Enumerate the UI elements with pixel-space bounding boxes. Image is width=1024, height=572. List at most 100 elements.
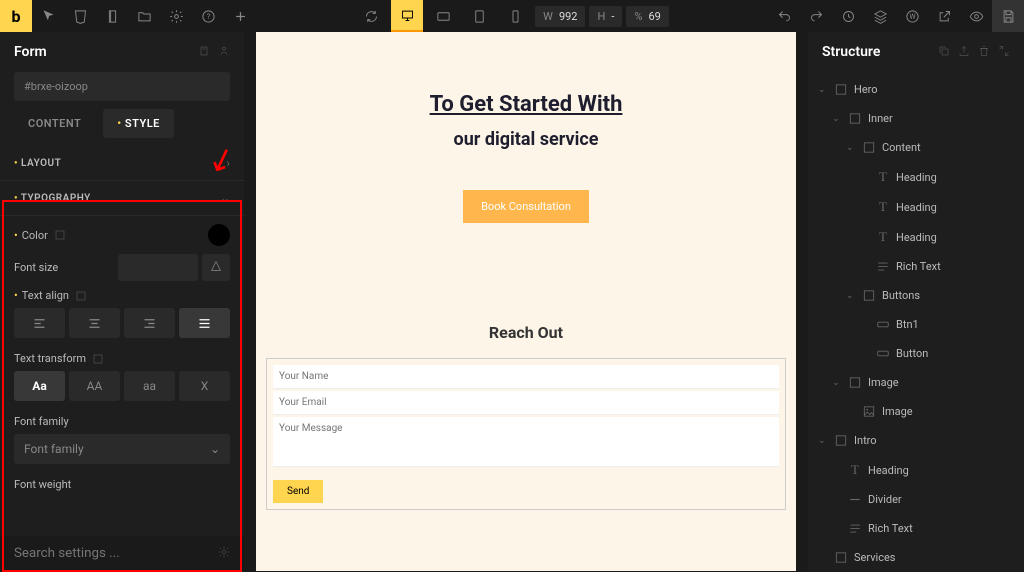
tree-item-label: Heading — [868, 464, 909, 477]
transform-lower-button[interactable]: aa — [124, 371, 175, 401]
mobile-icon[interactable] — [499, 0, 531, 32]
btn-icon — [876, 346, 890, 361]
settings-icon[interactable] — [160, 0, 192, 32]
external-link-icon[interactable] — [928, 0, 960, 32]
tree-item-hero[interactable]: ⌄Hero — [814, 76, 1018, 103]
pointer-icon[interactable] — [32, 0, 64, 32]
message-input[interactable] — [273, 417, 779, 467]
element-icon[interactable] — [218, 45, 230, 60]
tree-item-buttons[interactable]: ⌄Buttons — [814, 282, 1018, 309]
search-input[interactable] — [14, 546, 218, 561]
tree-item-rich-text[interactable]: Rich Text — [814, 515, 1018, 542]
tree-item-inner[interactable]: ⌄Inner — [814, 105, 1018, 132]
desktop-breakpoint-icon[interactable] — [391, 0, 423, 32]
collapse-icon[interactable] — [998, 45, 1010, 60]
panel-title: Form — [14, 44, 47, 60]
transform-none-button[interactable]: Aa — [14, 371, 65, 401]
tree-item-divider[interactable]: Divider — [814, 486, 1018, 513]
tree-item-label: Image — [868, 376, 899, 389]
tablet-landscape-icon[interactable] — [427, 0, 459, 32]
sect-icon — [848, 111, 862, 126]
tree-item-rich-text[interactable]: Rich Text — [814, 253, 1018, 280]
element-id-input[interactable] — [14, 72, 230, 101]
gear-icon[interactable] — [218, 546, 230, 561]
tab-content[interactable]: CONTENT — [14, 109, 95, 138]
email-input[interactable] — [273, 391, 779, 415]
export-icon[interactable] — [958, 45, 970, 60]
tablet-portrait-icon[interactable] — [463, 0, 495, 32]
canvas[interactable]: To Get Started With our digital service … — [244, 32, 808, 571]
fontfamily-select[interactable]: Font family ⌄ — [14, 434, 230, 464]
form-box[interactable]: Send — [266, 358, 786, 510]
align-center-button[interactable] — [69, 308, 120, 338]
css-icon[interactable] — [64, 0, 96, 32]
chevron-icon: ⌄ — [832, 378, 842, 388]
color-swatch[interactable] — [208, 224, 230, 246]
tree-item-heading[interactable]: THeading — [814, 456, 1018, 484]
refresh-icon[interactable] — [355, 0, 387, 32]
wordpress-icon[interactable]: W — [896, 0, 928, 32]
top-center-tools: W992 H- %69 — [355, 0, 669, 32]
parent-icon[interactable] — [198, 45, 210, 60]
history-icon[interactable] — [832, 0, 864, 32]
help-icon[interactable]: ? — [192, 0, 224, 32]
tree-item-button[interactable]: Button — [814, 340, 1018, 367]
undo-icon[interactable] — [768, 0, 800, 32]
prop-transform-label: Text transform — [14, 352, 104, 365]
align-justify-button[interactable] — [179, 308, 230, 338]
tab-style[interactable]: STYLE — [103, 109, 174, 138]
tree-item-heading[interactable]: THeading — [814, 223, 1018, 251]
hero-subheading[interactable]: our digital service — [430, 129, 623, 150]
zoom-field[interactable]: %69 — [626, 6, 668, 27]
canvas-frame[interactable]: To Get Started With our digital service … — [256, 32, 796, 571]
prop-fontweight-label: Font weight — [14, 478, 71, 491]
align-left-button[interactable] — [14, 308, 65, 338]
height-field[interactable]: H- — [589, 6, 622, 27]
img-icon — [862, 404, 876, 419]
hero-heading[interactable]: To Get Started With — [430, 92, 623, 117]
tree-item-intro[interactable]: ⌄Intro — [814, 427, 1018, 454]
save-icon[interactable] — [992, 0, 1024, 32]
folder-icon[interactable] — [128, 0, 160, 32]
chevron-down-icon: ⌄ — [220, 191, 230, 205]
prop-fontsize-label: Font size — [14, 261, 58, 274]
cta-button[interactable]: Book Consultation — [463, 190, 589, 223]
tree-item-label: Services — [854, 551, 895, 564]
add-icon[interactable] — [224, 0, 256, 32]
send-button[interactable]: Send — [273, 480, 323, 503]
tree-item-image[interactable]: Image — [814, 398, 1018, 425]
align-right-button[interactable] — [124, 308, 175, 338]
tree-item-label: Hero — [854, 83, 878, 96]
tree-item-heading[interactable]: T Heading — [814, 193, 1018, 221]
copy-icon[interactable] — [938, 45, 950, 60]
delete-icon[interactable] — [978, 45, 990, 60]
tree-item-btn1[interactable]: Btn1 — [814, 311, 1018, 338]
text-icon: T — [876, 199, 890, 215]
tree-item-label: Buttons — [882, 289, 920, 302]
rich-icon — [876, 259, 890, 274]
tree-item-services[interactable]: Services — [814, 544, 1018, 571]
redo-icon[interactable] — [800, 0, 832, 32]
tree-item-label: Image — [882, 405, 913, 418]
layers-icon[interactable] — [864, 0, 896, 32]
tree-item-label: Rich Text — [896, 260, 941, 273]
transform-upper-button[interactable]: AA — [69, 371, 120, 401]
name-input[interactable] — [273, 365, 779, 389]
app-logo[interactable]: b — [0, 0, 32, 32]
preview-icon[interactable] — [960, 0, 992, 32]
tree-item-image[interactable]: ⌄ Image — [814, 369, 1018, 396]
fontsize-input[interactable] — [118, 254, 198, 281]
section-typography[interactable]: TYPOGRAPHY ⌄ — [0, 181, 244, 216]
prop-textalign-label: Text align — [14, 289, 87, 302]
tree-item-label: Heading — [896, 201, 937, 214]
tree-item-content[interactable]: ⌄Content — [814, 134, 1018, 161]
transform-cap-button[interactable]: X — [179, 371, 230, 401]
unit-button[interactable] — [202, 254, 230, 281]
width-field[interactable]: W992 — [535, 6, 585, 27]
sect-icon — [834, 550, 848, 565]
pages-icon[interactable] — [96, 0, 128, 32]
form-title[interactable]: Reach Out — [266, 323, 786, 342]
text-icon: T — [876, 169, 890, 185]
panel-header: Form — [0, 32, 244, 72]
tree-item-heading[interactable]: THeading — [814, 163, 1018, 191]
